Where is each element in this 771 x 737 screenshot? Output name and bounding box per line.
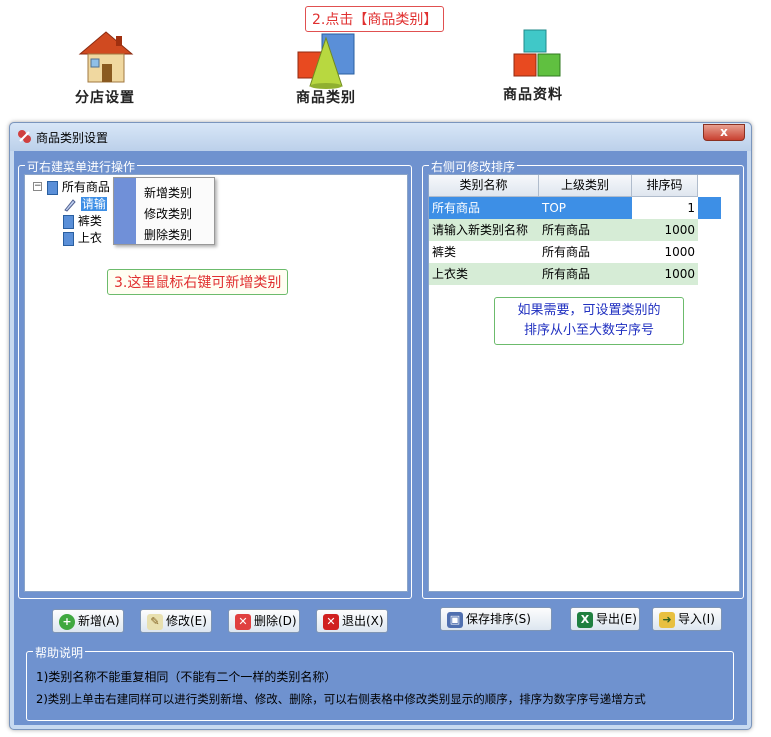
cell-name[interactable]: 所有商品 — [429, 197, 539, 219]
category-label[interactable]: 商品类别 — [296, 87, 356, 107]
goods-cubes-icon[interactable] — [510, 28, 570, 88]
edit-button-label: 修改(E) — [166, 614, 207, 628]
sort-group-title: 右侧可修改排序 — [429, 158, 518, 175]
add-button[interactable]: + 新增(A) — [52, 609, 124, 633]
tree-group: 可右建菜单进行操作 − 所有商品 请输 裤类 上衣 — [18, 158, 412, 599]
add-button-label: 新增(A) — [78, 614, 120, 628]
export-button[interactable]: X 导出(E) — [570, 607, 640, 631]
window-title: 商品类别设置 — [36, 131, 109, 145]
column-header-order[interactable]: 排序码 — [632, 175, 698, 197]
tree-node-pants-label: 裤类 — [77, 214, 102, 228]
import-icon: ➜ — [659, 611, 675, 628]
cell-name[interactable]: 上衣类 — [429, 263, 539, 285]
app-icon — [18, 130, 31, 143]
save-sort-button-label: 保存排序(S) — [466, 612, 531, 626]
goods-label[interactable]: 商品资料 — [503, 84, 563, 104]
exit-button-label: 退出(X) — [342, 614, 384, 628]
tree-node-tops-label: 上衣 — [77, 231, 102, 245]
tree-node-root-label: 所有商品 — [61, 180, 110, 194]
tree-node-root[interactable]: 所有商品 — [47, 178, 110, 196]
context-menu: 新增类别 修改类别 删除类别 — [113, 177, 215, 245]
delete-icon: ✕ — [235, 613, 251, 630]
sort-hint-callout: 如果需要，可设置类别的 排序从小至大数字序号 — [494, 297, 684, 345]
sort-grid[interactable]: 类别名称 上级类别 排序码 所有商品 TOP 1 请输入新类别名称 所有商品 1… — [428, 174, 740, 592]
cell-name[interactable]: 裤类 — [429, 241, 539, 263]
pencil-icon — [64, 198, 76, 212]
sort-group: 右侧可修改排序 类别名称 上级类别 排序码 所有商品 TOP 1 请输入新类别名… — [422, 158, 744, 599]
cell-order[interactable]: 1000 — [632, 263, 698, 285]
category-shapes-icon[interactable] — [296, 30, 356, 90]
cell-parent[interactable]: TOP — [539, 197, 632, 219]
close-button[interactable]: x — [703, 124, 745, 141]
import-button[interactable]: ➜ 导入(I) — [652, 607, 722, 631]
book-icon — [63, 231, 74, 246]
delete-button[interactable]: ✕ 删除(D) — [228, 609, 300, 633]
help-title: 帮助说明 — [33, 644, 86, 661]
tree-node-pants[interactable]: 裤类 — [63, 212, 102, 230]
context-menu-strip — [114, 178, 136, 244]
cell-parent[interactable]: 所有商品 — [539, 219, 632, 241]
tree-group-title: 可右建菜单进行操作 — [25, 158, 138, 175]
branch-settings-label[interactable]: 分店设置 — [75, 87, 135, 107]
edit-icon: ✎ — [147, 613, 163, 630]
exit-button[interactable]: ✕ 退出(X) — [316, 609, 388, 633]
tree-node-new[interactable]: 请输 — [63, 195, 107, 213]
context-menu-edit[interactable]: 修改类别 — [144, 205, 192, 222]
tree-node-tops[interactable]: 上衣 — [63, 229, 102, 247]
tree-node-new-label: 请输 — [80, 197, 107, 211]
delete-button-label: 删除(D) — [254, 614, 297, 628]
book-icon — [47, 180, 58, 195]
step2-callout: 2.点击【商品类别】 — [305, 6, 445, 32]
step3-callout: 3.这里鼠标右键可新增类别 — [107, 269, 289, 295]
cell-order[interactable]: 1000 — [632, 241, 698, 263]
edit-button[interactable]: ✎ 修改(E) — [140, 609, 212, 633]
column-header-name[interactable]: 类别名称 — [429, 175, 539, 197]
context-menu-delete[interactable]: 删除类别 — [144, 226, 192, 243]
exit-icon: ✕ — [323, 613, 339, 630]
help-group: 帮助说明 — [26, 644, 734, 721]
category-tree[interactable]: − 所有商品 请输 裤类 上衣 — [24, 174, 408, 592]
cell-name[interactable]: 请输入新类别名称 — [429, 219, 539, 241]
cell-parent[interactable]: 所有商品 — [539, 241, 632, 263]
cell-parent[interactable]: 所有商品 — [539, 263, 632, 285]
excel-icon: X — [577, 611, 593, 628]
plus-icon: + — [59, 613, 75, 630]
sort-hint-line-1: 如果需要，可设置类别的 — [517, 303, 661, 318]
save-icon: ▣ — [447, 611, 463, 628]
book-icon — [63, 214, 74, 229]
titlebar: 商品类别设置 x — [10, 123, 751, 151]
export-button-label: 导出(E) — [596, 612, 637, 626]
save-sort-button[interactable]: ▣ 保存排序(S) — [440, 607, 552, 631]
cell-order[interactable]: 1 — [632, 197, 698, 219]
cell-order[interactable]: 1000 — [632, 219, 698, 241]
help-line-2: 2)类别上单击右建同样可以进行类别新增、修改、删除，可以右侧表格中修改类别显示的… — [36, 692, 646, 706]
branch-settings-house-icon[interactable] — [76, 26, 136, 86]
import-button-label: 导入(I) — [678, 612, 715, 626]
context-menu-add[interactable]: 新增类别 — [144, 184, 192, 201]
sort-hint-line-2: 排序从小至大数字序号 — [523, 323, 654, 338]
tree-collapse-toggle[interactable]: − — [33, 182, 42, 191]
column-header-parent[interactable]: 上级类别 — [539, 175, 632, 197]
help-line-1: 1)类别名称不能重复相同（不能有二个一样的类别名称） — [36, 670, 337, 684]
